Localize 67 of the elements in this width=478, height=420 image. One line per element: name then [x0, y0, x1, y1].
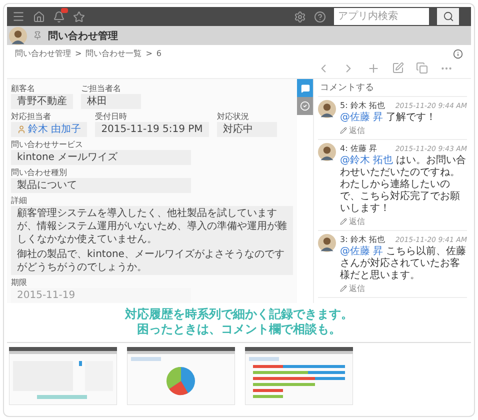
field-label: 受付日時: [95, 111, 128, 122]
field-value: 製品について: [11, 178, 191, 193]
add-icon[interactable]: [367, 62, 380, 75]
breadcrumb-link[interactable]: 6: [156, 49, 162, 58]
field-label: 問い合わせ種別: [11, 167, 68, 178]
paragraph: 御社の製品で、kintone、メールワイズがよさそうなのですがどうちがうのでしょうか。: [17, 248, 286, 274]
search-icon: [442, 11, 454, 22]
pencil-icon: [340, 285, 347, 292]
screenshot-thumbnail-drawing[interactable]: [245, 347, 353, 405]
screenshot-thumbnail-drawing[interactable]: [9, 347, 117, 405]
copy-icon[interactable]: [416, 62, 428, 74]
comments-tab[interactable]: [297, 79, 313, 97]
field-label: 顧客名: [11, 83, 36, 94]
paragraph: 顧客管理システムを導入したく、他社製品を試していますが、情報システム運用がいないため、導入の準備や運用が難しくなかなか使えていません。: [17, 207, 287, 246]
comment-author: 4: 佐藤 昇: [340, 143, 377, 154]
reply-button[interactable]: 返信: [340, 216, 365, 227]
info-icon[interactable]: [453, 48, 463, 58]
user-link[interactable]: 鈴木 由加子: [28, 123, 82, 136]
home-icon[interactable]: [33, 10, 45, 22]
reply-button[interactable]: 返信: [340, 125, 365, 136]
breadcrumb-link[interactable]: 問い合わせ管理: [15, 48, 71, 59]
field-value: 2015-11-19 5:19 PM: [95, 122, 209, 137]
help-icon[interactable]: [314, 10, 326, 22]
search-field[interactable]: アプリ内検索: [334, 8, 429, 25]
speech-bubble-icon: [300, 84, 310, 92]
mention-link[interactable]: @佐藤 昇: [340, 112, 384, 123]
field-label: 問い合わせサービス: [11, 139, 84, 150]
field-value: kintone メールワイズ: [11, 150, 191, 165]
comment-author: 5: 鈴木 拓也: [340, 100, 385, 111]
pin-icon: [33, 31, 42, 40]
field-value: 青野不動産: [11, 94, 73, 109]
mention-link[interactable]: @鈴木 拓也: [340, 155, 394, 166]
notification-bell-icon[interactable]: [53, 10, 65, 22]
field-label: ご担当者名: [81, 83, 122, 94]
settings-icon[interactable]: [294, 10, 306, 22]
person-avatar-icon: [318, 100, 336, 118]
pencil-icon: [340, 127, 347, 134]
menu-icon[interactable]: [12, 10, 25, 23]
search-button[interactable]: [437, 8, 459, 25]
history-tab[interactable]: [297, 97, 313, 115]
reply-button[interactable]: 返信: [340, 283, 365, 294]
avatar-icon: [9, 26, 27, 44]
pencil-icon: [340, 218, 347, 225]
user-icon: [17, 125, 26, 134]
field-label: 対応担当者: [11, 111, 52, 122]
field-value: 対応中: [216, 122, 277, 137]
check-circle-icon: [300, 101, 310, 111]
person-avatar-icon: [318, 143, 336, 161]
field-label: 対応状況: [216, 111, 250, 122]
breadcrumb-separator: >: [146, 49, 152, 58]
caption-line: 困ったときは、コメント欄で相談も。: [137, 322, 341, 337]
caption-line: 対応履歴を時系列で細かく記録できます。: [125, 307, 353, 322]
edit-icon[interactable]: [392, 62, 404, 74]
screenshot-thumbnail-drawing[interactable]: [127, 347, 235, 405]
star-icon[interactable]: [73, 10, 85, 22]
breadcrumb-separator: >: [75, 49, 82, 58]
comment-text: @佐藤 昇 了解です！: [340, 112, 438, 124]
comment-text: @佐藤 昇 こちら以前、佐藤さんが対応されていたお客様だと思います。: [340, 246, 467, 282]
mention-link[interactable]: @佐藤 昇: [340, 246, 384, 257]
field-label: 期限: [11, 277, 28, 288]
field-label: 詳細: [11, 195, 28, 206]
comment-author: 3: 鈴木 拓也: [340, 234, 385, 245]
comment-text: @鈴木 拓也 はい。お問い合わせいただいたのですね。わたしから連絡したいので、こちら対応完了でお願いします！: [340, 155, 467, 215]
person-avatar-icon: [318, 234, 336, 252]
app-title: 問い合わせ管理: [48, 30, 118, 42]
breadcrumb-link[interactable]: 問い合わせ一覧: [86, 48, 142, 59]
field-value: 林田: [81, 94, 141, 109]
